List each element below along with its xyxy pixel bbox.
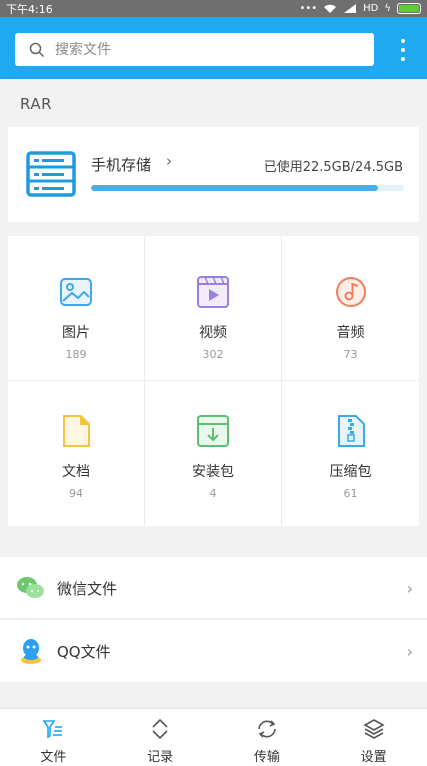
overflow-dots-icon: ••• [299,3,318,14]
search-box[interactable] [15,33,374,66]
storage-usage: 已使用22.5GB/24.5GB [263,160,403,175]
category-count: 94 [69,487,83,500]
category-label: 安装包 [192,464,234,480]
category-label: 压缩包 [329,464,372,480]
more-dot-icon [401,57,405,61]
network-type: HD [363,3,379,14]
category-images[interactable]: 图片 189 [8,236,145,381]
music-icon [335,277,366,307]
category-label: 视频 [199,325,227,341]
tab-settings[interactable]: 设置 [320,709,427,766]
storage-server-icon [26,151,76,197]
category-label: 文档 [62,464,90,480]
more-dot-icon [401,48,405,52]
bottom-navigation: 文件 记录 传输 设置 [0,708,427,766]
video-icon [197,276,229,308]
zip-icon [337,415,365,447]
phone-storage-card[interactable]: 手机存储 › 已使用22.5GB/24.5GB [8,127,419,222]
category-videos[interactable]: 视频 302 [145,236,282,381]
list-item-label: 微信文件 [57,579,118,598]
category-audio[interactable]: 音频 73 [282,236,419,381]
section-label: RAR [20,95,52,113]
status-icons: ••• HD ϟ [299,3,421,14]
search-input[interactable] [55,41,335,58]
signal-icon [344,4,357,13]
transfer-icon [258,720,276,738]
category-count: 4 [209,487,217,500]
category-count: 189 [65,348,87,361]
storage-progress-fill [91,185,379,191]
package-icon [197,415,229,447]
status-time: 下午4:16 [6,2,53,16]
app-bar [0,17,427,79]
image-icon [60,278,92,306]
list-item-wechat-files[interactable]: 微信文件 › [0,557,427,619]
battery-icon [397,3,421,14]
tab-label: 文件 [40,750,67,765]
history-icon [152,718,168,740]
files-icon [42,720,63,739]
wechat-icon [17,577,44,598]
document-icon [63,415,90,447]
category-archives[interactable]: 压缩包 61 [282,381,419,526]
tab-label: 传输 [253,750,280,765]
chevron-right-icon: › [406,641,413,661]
search-icon [29,42,45,57]
category-count: 73 [343,348,358,361]
storage-progress-bar [91,185,404,191]
list-item-qq-files[interactable]: QQ文件 › [0,620,427,682]
tab-label: 记录 [147,750,174,765]
category-label: 图片 [62,325,90,341]
tab-transfer[interactable]: 传输 [214,709,321,766]
category-documents[interactable]: 文档 94 [8,381,145,526]
tab-label: 设置 [360,750,387,765]
category-packages[interactable]: 安装包 4 [145,381,282,526]
category-label: 音频 [336,325,365,341]
tab-files[interactable]: 文件 [0,709,107,766]
status-bar: 下午4:16 ••• HD ϟ [0,0,427,17]
category-count: 61 [343,487,358,500]
category-grid: 图片 189 视频 302 音频 73 文档 94 安装包 4 压缩包 61 [8,236,419,526]
more-options-button[interactable] [394,37,412,63]
storage-title: 手机存储 [91,156,152,174]
tab-history[interactable]: 记录 [107,709,214,766]
wifi-icon [324,4,337,13]
settings-layers-icon [362,719,385,739]
category-count: 302 [202,348,224,361]
more-dot-icon [401,39,405,43]
list-item-label: QQ文件 [57,642,111,661]
chevron-right-icon: › [406,578,413,598]
chevron-right-icon: › [166,152,172,170]
list-divider [0,618,427,619]
qq-icon [21,639,41,664]
charging-icon: ϟ [384,3,391,14]
